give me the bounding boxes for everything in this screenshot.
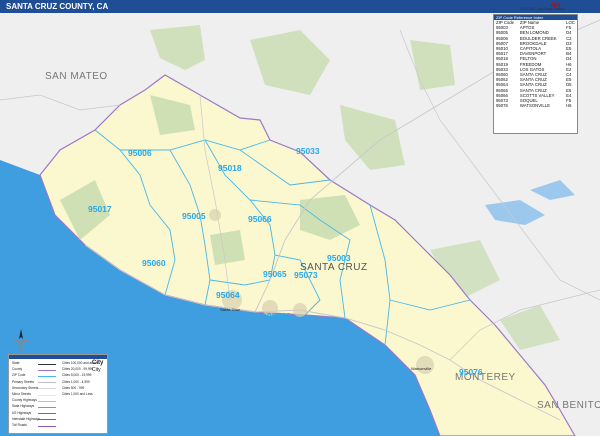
city-label-watsonville: Watsonville [411, 366, 432, 371]
zip-label-95062[interactable]: 95062 [267, 311, 291, 321]
logo-line2: MAPS [568, 6, 580, 11]
legend-line-swatch [38, 369, 56, 371]
zip-code-cell: 95076 [496, 103, 508, 109]
legend-line-swatch [38, 375, 56, 377]
legend-line-swatch [38, 388, 56, 390]
legend-header [9, 355, 107, 359]
zip-table-body: 95003 APTOS F5 95005 BEN LOMOND D4 95006 BOULDE… [494, 25, 577, 108]
legend-item-label: US Highways [12, 410, 32, 415]
urban-area [293, 303, 307, 317]
logo-mark: MA [551, 3, 561, 9]
legend-item-label: Primary Streets [12, 379, 34, 384]
zip-label-95064[interactable]: 95064 [216, 290, 240, 300]
zip-label-95018[interactable]: 95018 [218, 163, 242, 173]
legend-small-city: City [92, 367, 101, 373]
legend-line-swatch [38, 406, 56, 408]
legend-item-label: Minor Streets [12, 392, 31, 396]
urban-area [416, 356, 434, 374]
legend-item-note: Cities 1,000 and Less [62, 392, 93, 396]
region-label-san-benito: SAN BENITO [537, 400, 600, 411]
legend-item-label: Secondary Streets [12, 385, 39, 390]
legend-item-note: Cities 1,000 - 4,999 [62, 379, 90, 384]
city-label-santa-cruz: Santa Cruz [220, 307, 240, 312]
zip-label-95076[interactable]: 95076 [459, 367, 483, 377]
legend-item-label: County Highways [12, 398, 37, 403]
zip-label-95005[interactable]: 95005 [182, 211, 206, 221]
map-legend: State Cities 100,000 and above County Citie… [8, 354, 108, 434]
zip-label-95073[interactable]: 95073 [294, 270, 318, 280]
legend-line-swatch [38, 382, 56, 384]
legend-item-note: Cities 5,000 - 19,999 [62, 373, 92, 378]
legend-item: County Cities 20,000 - 99,999 [12, 367, 93, 372]
map-page: SANTA CRUZ COUNTY, CA 2022 ZIP Code Basi… [0, 0, 600, 436]
logo-text: MARKET MAPS [568, 3, 585, 11]
legend-item-label: State [12, 361, 20, 365]
north-arrow-icon [11, 329, 31, 353]
legend-item: US Highways [12, 410, 56, 416]
legend-item-label: County [12, 367, 23, 372]
legend-item: Interstate Highways [12, 416, 56, 422]
loc-cell: H6 [566, 103, 572, 109]
legend-line-swatch [38, 363, 56, 365]
legend-big-city: City [92, 360, 104, 366]
legend-item: State Cities 100,000 and above [12, 361, 98, 366]
map-title: SANTA CRUZ COUNTY, CA [6, 2, 109, 11]
legend-item: State Highways [12, 404, 56, 409]
legend-line-swatch [38, 413, 56, 415]
zip-label-95017[interactable]: 95017 [88, 204, 112, 214]
zip-name-cell: WATSONVILLE [519, 103, 550, 109]
zip-label-95060[interactable]: 95060 [142, 258, 166, 268]
zip-label-95065[interactable]: 95065 [263, 269, 287, 279]
legend-item: Primary Streets Cities 1,000 - 4,999 [12, 379, 90, 385]
legend-line-swatch [38, 419, 56, 421]
legend-item: Toll Roads [12, 423, 56, 428]
zip-label-95033[interactable]: 95033 [296, 146, 320, 156]
zip-table-row: 95076 WATSONVILLE H6 [494, 103, 577, 108]
legend-item: County Highways [12, 398, 56, 403]
legend-line-swatch [38, 394, 56, 396]
urban-area [209, 209, 221, 221]
zip-label-95006[interactable]: 95006 [128, 148, 152, 158]
legend-item-note: Cities 20,000 - 99,999 [62, 367, 94, 372]
zip-reference-table: ZIP Code Reference Index ZIP Code ZIP Na… [493, 14, 578, 134]
region-label-san-mateo: SAN MATEO [45, 71, 108, 82]
legend-item-label: Toll Roads [12, 423, 27, 427]
legend-item: Secondary Streets Cities 500 - 999 [12, 385, 84, 391]
zip-table: ZIP Code ZIP Name LOC 95003 APTOS F5 95005 B… [494, 20, 577, 108]
legend-item-note: Cities 500 - 999 [62, 385, 85, 390]
title-bar: SANTA CRUZ COUNTY, CA [0, 0, 600, 13]
legend-line-swatch [38, 425, 56, 427]
zip-label-95003[interactable]: 95003 [327, 253, 351, 263]
legend-item: ZIP Code Cities 5,000 - 19,999 [12, 373, 91, 378]
zip-label-95066[interactable]: 95066 [248, 214, 272, 224]
legend-item-label: ZIP Code [12, 373, 26, 378]
legend-line-swatch [38, 400, 56, 402]
legend-item: Minor Streets Cities 1,000 and Less [12, 392, 93, 397]
legend-item-label: State Highways [12, 404, 35, 409]
legend-item-label: Interstate Highways [12, 416, 40, 421]
county-park [210, 230, 245, 265]
